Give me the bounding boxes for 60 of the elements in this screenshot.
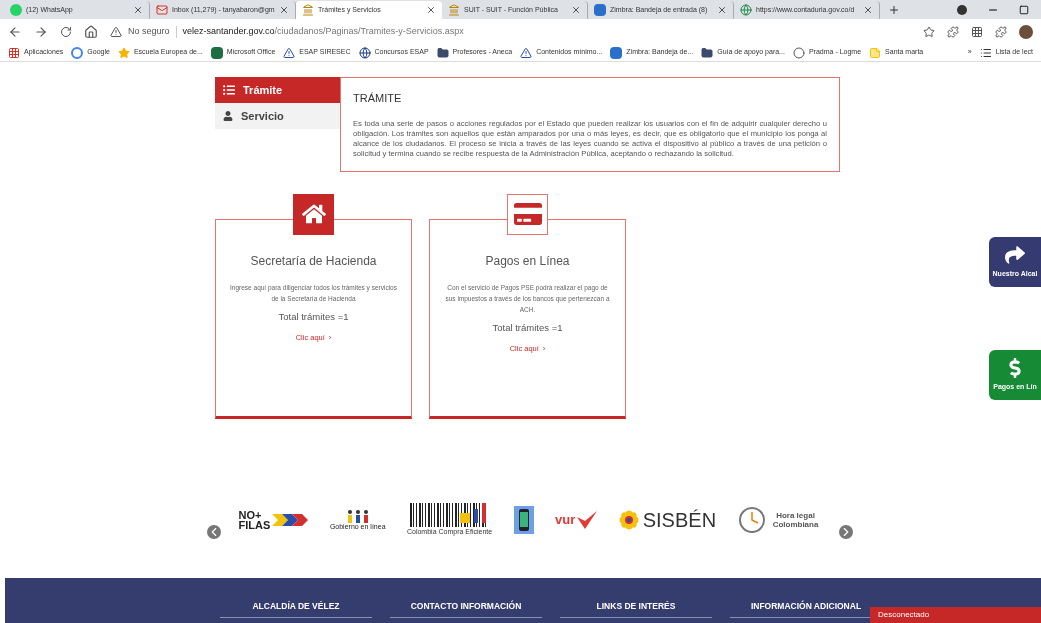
footer-heading: LINKS DE INTERÉS (560, 600, 712, 618)
close-icon[interactable] (133, 5, 143, 15)
side-tab[interactable]: Trámite (215, 77, 340, 103)
close-icon[interactable] (863, 5, 873, 15)
warning-icon (110, 25, 122, 38)
address-bar[interactable]: No seguro velez-santander.gov.co/ciudadanos/Paginas/Tramites-y-Servicios.aspx (110, 21, 911, 42)
reload-icon[interactable] (60, 25, 72, 38)
app-icon (594, 4, 606, 16)
list-icon (223, 84, 235, 96)
maximize-icon[interactable] (1019, 5, 1029, 15)
credit-card-icon (513, 200, 542, 228)
crest-icon (302, 4, 314, 16)
no-filas-logo: NO+ FILAS (238, 509, 309, 530)
triangle-icon (283, 46, 296, 59)
card-title: Pagos en Línea (485, 252, 570, 270)
close-icon[interactable] (279, 5, 289, 15)
list-icon (979, 46, 992, 59)
user-icon (223, 111, 233, 121)
side-tab[interactable]: Servicio (215, 103, 340, 129)
close-icon[interactable] (717, 5, 727, 15)
mail-icon (156, 4, 168, 16)
vur-logo: vur (555, 510, 598, 530)
hora-legal-logo: Hora legal Colombiana (737, 505, 822, 534)
phone-app-icon (513, 505, 534, 534)
avatar[interactable] (1019, 24, 1033, 39)
circle-icon (792, 46, 805, 59)
puzzle-icon[interactable] (995, 25, 1007, 38)
card-total: Total trámites =1 (492, 320, 563, 335)
extension-icon[interactable] (947, 25, 959, 38)
sisben-logo: SISBÉN (618, 509, 717, 530)
triangle-icon (520, 46, 533, 59)
globe-icon (740, 4, 752, 16)
star-icon (117, 46, 130, 59)
status-banner: Desconectado (870, 607, 1041, 623)
description-title: TRÁMITE (353, 91, 403, 106)
home-icon (301, 202, 326, 226)
crest-icon (448, 4, 460, 16)
note-icon (869, 46, 882, 59)
folder-icon (701, 46, 714, 59)
folder-icon (436, 46, 449, 59)
bookmark-star-icon[interactable] (923, 25, 935, 38)
home-icon[interactable] (84, 24, 98, 39)
grid-icon[interactable] (971, 25, 983, 38)
share-arrow-icon (1005, 244, 1025, 265)
apps-icon (8, 46, 20, 59)
app-icon (610, 46, 623, 59)
back-icon[interactable] (8, 24, 22, 39)
globe-icon (358, 46, 371, 59)
forward-icon[interactable] (34, 24, 48, 39)
new-tab-icon[interactable] (888, 4, 900, 16)
footer-heading: ALCALDÍA DE VÉLEZ (220, 600, 372, 618)
url-text: velez-santander.gov.co/ciudadanos/Paginas/Tramites-y-Servicios.aspx (182, 24, 464, 38)
footer-heading: CONTACTO INFORMACIÓN (390, 600, 542, 618)
close-icon[interactable] (571, 5, 581, 15)
security-label: No seguro (128, 24, 170, 38)
carousel-prev-icon[interactable] (207, 524, 221, 539)
close-icon[interactable] (426, 5, 436, 15)
card-title: Secretaría de Hacienda (250, 252, 377, 270)
card-total: Total trámites =1 (278, 309, 349, 324)
carousel-next-icon[interactable] (839, 524, 853, 539)
